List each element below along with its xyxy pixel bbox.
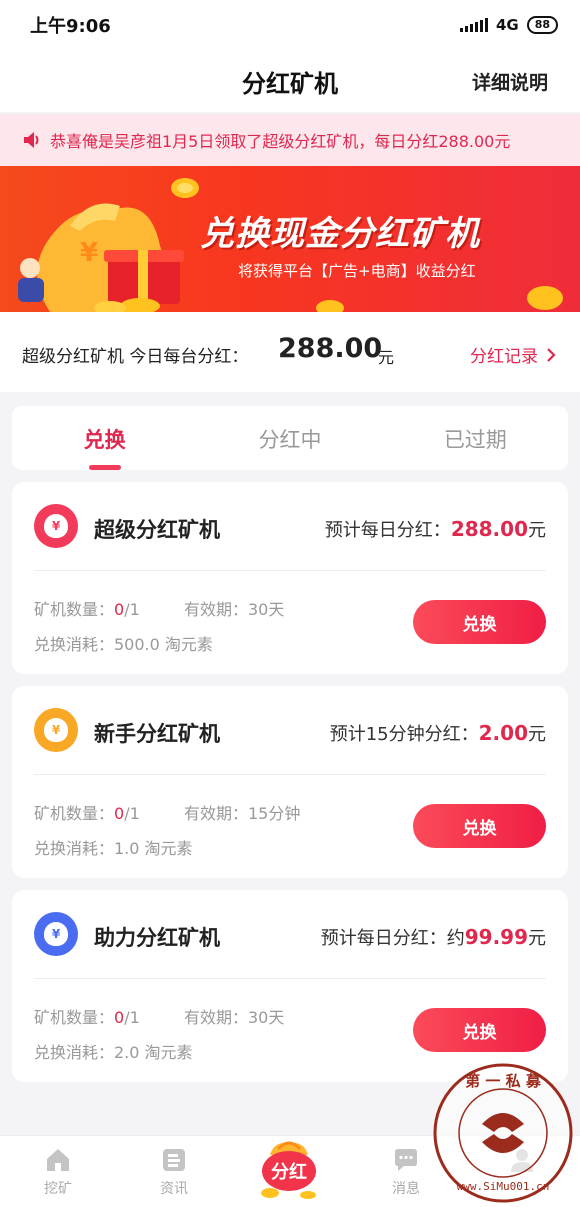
money-bag-icon: ¥	[34, 504, 78, 548]
miner-card: ¥ 新手分红矿机 预计15分钟分红：2.00元 矿机数量：0/1 有效期：15分…	[12, 686, 568, 878]
quantity-owned: 0	[114, 1008, 125, 1027]
divider	[34, 978, 546, 979]
estimate-value: 288.00	[450, 517, 528, 541]
miner-name: 新手分红矿机	[94, 722, 220, 746]
miner-validity: 有效期：15分钟	[184, 804, 301, 823]
svg-text:¥: ¥	[80, 238, 98, 268]
miner-quantity: 矿机数量：0/1	[34, 596, 140, 620]
today-dividend: 超级分红矿机 今日每台分红： 288.00 元 分红记录	[0, 312, 580, 392]
tab-dividending[interactable]: 分红中	[197, 406, 382, 470]
tabbar-mining[interactable]: 挖矿	[0, 1136, 116, 1207]
watermark-stamp: 第 一 私 募 www.SiMu001.cn	[433, 1063, 573, 1203]
miner-estimate: 预计15分钟分红：2.00元	[330, 720, 546, 746]
quantity-owned: 0	[114, 804, 125, 823]
today-value: 288.00	[278, 333, 383, 364]
network-label: 4G	[495, 16, 519, 34]
banner-title: 兑换现金分红矿机	[200, 214, 480, 254]
home-icon	[47, 1149, 69, 1171]
estimate-label: 预计每日分红：	[324, 520, 451, 541]
divider	[34, 774, 546, 775]
dividend-record-label: 分红记录	[470, 347, 538, 367]
today-unit: 元	[378, 348, 395, 367]
battery-icon: 88	[526, 16, 558, 34]
nav-bar: 分红矿机 详细说明	[0, 50, 580, 112]
money-bag-icon: ¥	[34, 708, 78, 752]
miner-name: 超级分红矿机	[94, 518, 220, 542]
news-icon	[163, 1149, 185, 1171]
estimate-unit: 元	[528, 520, 546, 541]
divider	[34, 570, 546, 571]
speaker-icon	[24, 132, 39, 148]
svg-text:www.SiMu001.cn: www.SiMu001.cn	[457, 1180, 550, 1193]
quantity-label: 矿机数量：	[34, 600, 115, 619]
status-bar: 上午9:06 4G 88	[0, 0, 580, 50]
dividend-tab-label: 分红	[271, 1161, 307, 1183]
miner-validity: 有效期：30天	[184, 1008, 285, 1027]
status-time: 上午9:06	[30, 16, 111, 37]
notice-bar: 恭喜俺是吴彦祖1月5日领取了超级分红矿机，每日分红288.00元	[0, 114, 580, 166]
miner-cost: 兑换消耗：1.0 淘元素	[34, 839, 193, 858]
dividend-record-link[interactable]: 分红记录	[470, 342, 556, 367]
chevron-right-icon	[547, 347, 556, 362]
estimate-label: 预计每日分红：	[320, 928, 447, 949]
miner-estimate: 预计每日分红：约99.99元	[321, 924, 546, 950]
tab-expired[interactable]: 已过期	[383, 406, 568, 470]
estimate-unit: 元	[528, 928, 546, 949]
miner-name: 助力分红矿机	[94, 926, 220, 950]
miner-cost: 兑换消耗：500.0 淘元素	[34, 635, 213, 654]
quantity-total: /1	[124, 804, 140, 823]
detail-link[interactable]: 详细说明	[472, 68, 548, 95]
promo-banner[interactable]: ¥ 兑换现金分红矿机 将获得平台【广告+电商】收益分红	[0, 166, 580, 312]
estimate-value: 99.99	[464, 925, 528, 949]
tabbar-messages-label: 消息	[392, 1181, 420, 1197]
tab-bar: 兑换 分红中 已过期	[12, 406, 568, 470]
signal-icon	[459, 18, 488, 32]
today-label: 超级分红矿机 今日每台分红：	[22, 347, 249, 367]
quantity-total: /1	[124, 600, 140, 619]
money-bag-icon: ¥	[34, 912, 78, 956]
dividend-tab-badge[interactable]: 分红	[256, 1135, 322, 1201]
miner-estimate: 预计每日分红：288.00元	[325, 516, 546, 542]
miner-card: ¥ 助力分红矿机 预计每日分红：约99.99元 矿机数量：0/1 有效期：30天…	[12, 890, 568, 1082]
estimate-label: 预计15分钟分红：	[329, 724, 479, 745]
message-icon	[395, 1149, 417, 1171]
svg-text:第 一 私 募: 第 一 私 募	[465, 1072, 542, 1090]
tab-exchange[interactable]: 兑换	[12, 406, 197, 470]
quantity-label: 矿机数量：	[34, 1008, 115, 1027]
estimate-prefix: 约	[446, 928, 465, 949]
quantity-total: /1	[124, 1008, 140, 1027]
quantity-owned: 0	[114, 600, 125, 619]
banner-subtitle: 将获得平台【广告+电商】收益分红	[238, 262, 476, 280]
exchange-button[interactable]: 兑换	[413, 600, 546, 644]
quantity-label: 矿机数量：	[34, 804, 115, 823]
estimate-unit: 元	[528, 724, 546, 745]
miner-quantity: 矿机数量：0/1	[34, 1004, 140, 1028]
miner-validity: 有效期：30天	[184, 600, 285, 619]
tabbar-mining-label: 挖矿	[44, 1181, 72, 1197]
exchange-button[interactable]: 兑换	[413, 1008, 546, 1052]
status-indicators: 4G 88	[459, 16, 558, 34]
notice-text: 恭喜俺是吴彦祖1月5日领取了超级分红矿机，每日分红288.00元	[50, 132, 511, 151]
estimate-value: 2.00	[478, 721, 528, 745]
exchange-button[interactable]: 兑换	[413, 804, 546, 848]
miner-quantity: 矿机数量：0/1	[34, 800, 140, 824]
miner-card: ¥ 超级分红矿机 预计每日分红：288.00元 矿机数量：0/1 有效期：30天…	[12, 482, 568, 674]
miner-cost: 兑换消耗：2.0 淘元素	[34, 1043, 193, 1062]
tabbar-news[interactable]: 资讯	[116, 1136, 232, 1207]
tabbar-news-label: 资讯	[160, 1181, 188, 1197]
